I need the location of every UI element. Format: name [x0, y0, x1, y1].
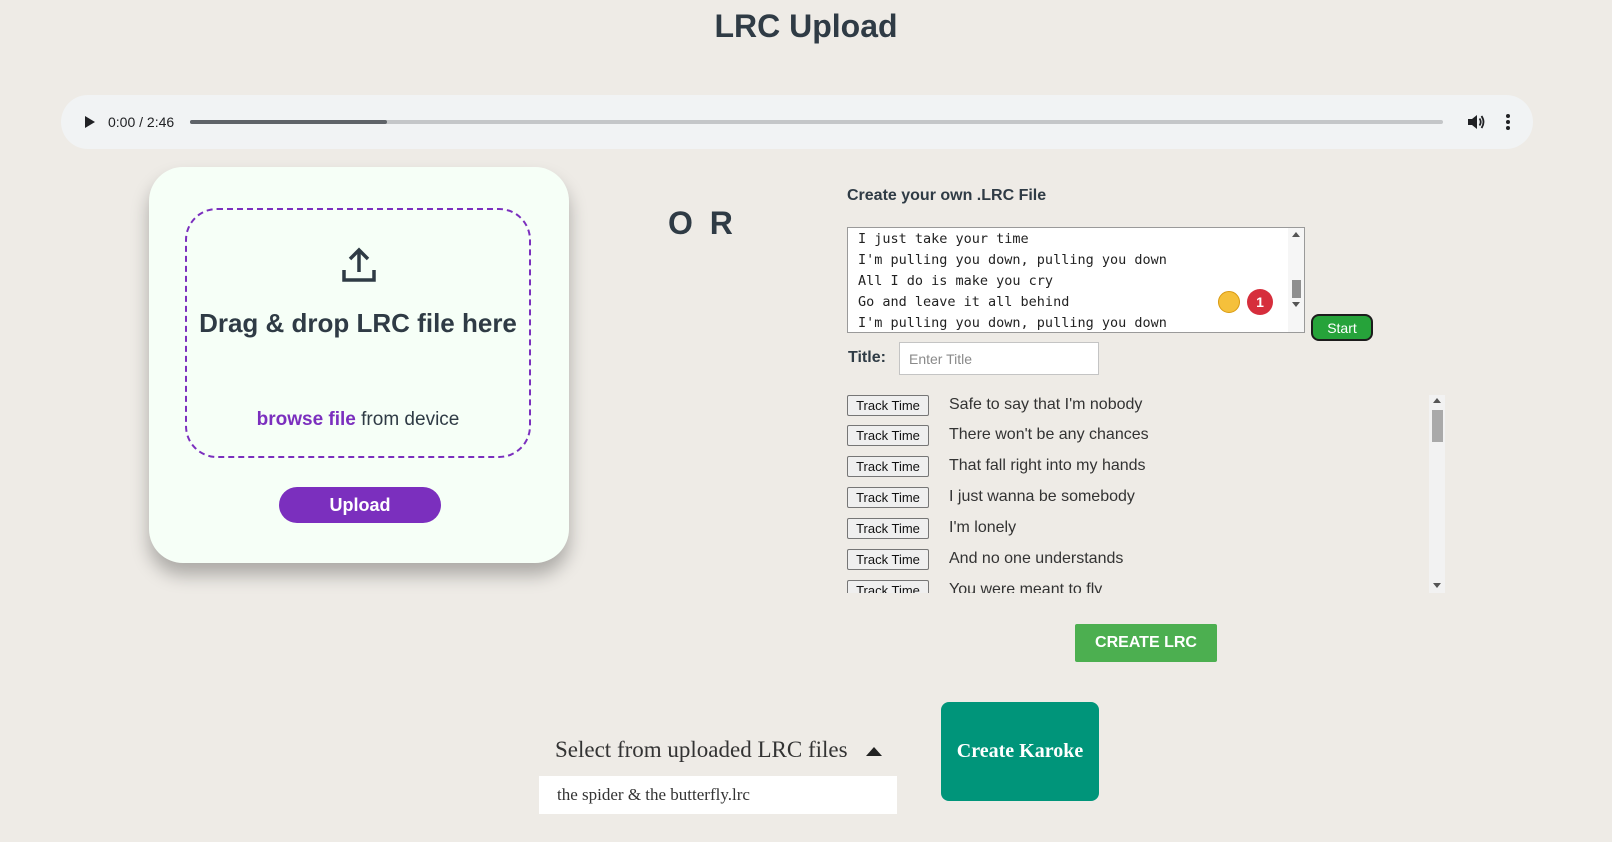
selected-lrc-file[interactable]: the spider & the butterfly.lrc — [539, 776, 897, 814]
notification-badge[interactable]: 1 — [1247, 289, 1273, 315]
track-list-scrollbar[interactable] — [1429, 395, 1445, 593]
lyrics-textarea[interactable]: I just take your time I'm pulling you do… — [847, 227, 1305, 333]
upload-icon — [342, 247, 376, 282]
track-time-button[interactable]: Track Time — [847, 456, 929, 477]
title-input[interactable] — [899, 342, 1099, 375]
track-list: Track Time Safe to say that I'm nobody T… — [847, 395, 1445, 593]
create-lrc-button[interactable]: CREATE LRC — [1075, 624, 1217, 662]
browse-file-link[interactable]: browse file — [257, 409, 356, 430]
start-button[interactable]: Start — [1311, 314, 1373, 341]
track-time-button[interactable]: Track Time — [847, 549, 929, 570]
upload-button[interactable]: Upload — [279, 487, 441, 523]
track-line-text: There won't be any chances — [949, 426, 1149, 443]
scroll-up-icon[interactable] — [1433, 398, 1441, 403]
track-time-button[interactable]: Track Time — [847, 487, 929, 508]
audio-progress-bar[interactable] — [190, 120, 1443, 124]
track-time-button[interactable]: Track Time — [847, 395, 929, 416]
lyrics-text: I just take your time I'm pulling you do… — [858, 231, 1167, 331]
scroll-up-icon[interactable] — [1292, 232, 1300, 237]
audio-time: 0:00 / 2:46 — [108, 114, 175, 130]
smile-emoji-icon[interactable] — [1218, 291, 1240, 313]
audio-player[interactable]: 0:00 / 2:46 — [61, 95, 1533, 149]
track-line-text: And no one understands — [949, 550, 1124, 567]
drag-drop-text: Drag & drop LRC file here — [199, 308, 517, 338]
track-line-text: That fall right into my hands — [949, 457, 1146, 474]
page-title: LRC Upload — [714, 8, 898, 44]
track-line-text: Safe to say that I'm nobody — [949, 396, 1143, 413]
track-line-text: I just wanna be somebody — [949, 488, 1135, 505]
track-time-button[interactable]: Track Time — [847, 425, 929, 446]
scroll-thumb[interactable] — [1432, 410, 1443, 442]
track-time-button[interactable]: Track Time — [847, 518, 929, 539]
drop-zone[interactable]: Drag & drop LRC file here browse file fr… — [185, 208, 531, 458]
track-time-button[interactable]: Track Time — [847, 580, 929, 593]
play-icon[interactable] — [79, 112, 99, 132]
track-line-text: I'm lonely — [949, 519, 1017, 536]
upload-card: Drag & drop LRC file here browse file fr… — [149, 167, 569, 563]
caret-up-icon[interactable] — [866, 747, 882, 756]
audio-progress-fill — [190, 120, 387, 124]
more-vert-icon[interactable] — [1497, 111, 1519, 133]
browse-line: browse file from device — [187, 409, 529, 431]
create-lrc-heading: Create your own .LRC File — [847, 187, 1047, 204]
scroll-down-icon[interactable] — [1292, 302, 1300, 307]
scroll-thumb[interactable] — [1292, 280, 1301, 298]
track-line-text: You were meant to fly — [949, 581, 1103, 593]
create-karoke-button[interactable]: Create Karoke — [941, 702, 1099, 801]
lyrics-scrollbar[interactable] — [1288, 228, 1304, 332]
select-lrc-label[interactable]: Select from uploaded LRC files — [555, 737, 848, 763]
volume-icon[interactable] — [1465, 111, 1487, 133]
or-separator: O R — [668, 205, 737, 241]
title-label: Title: — [848, 349, 886, 366]
browse-suffix: from device — [355, 409, 460, 430]
scroll-down-icon[interactable] — [1433, 583, 1441, 588]
